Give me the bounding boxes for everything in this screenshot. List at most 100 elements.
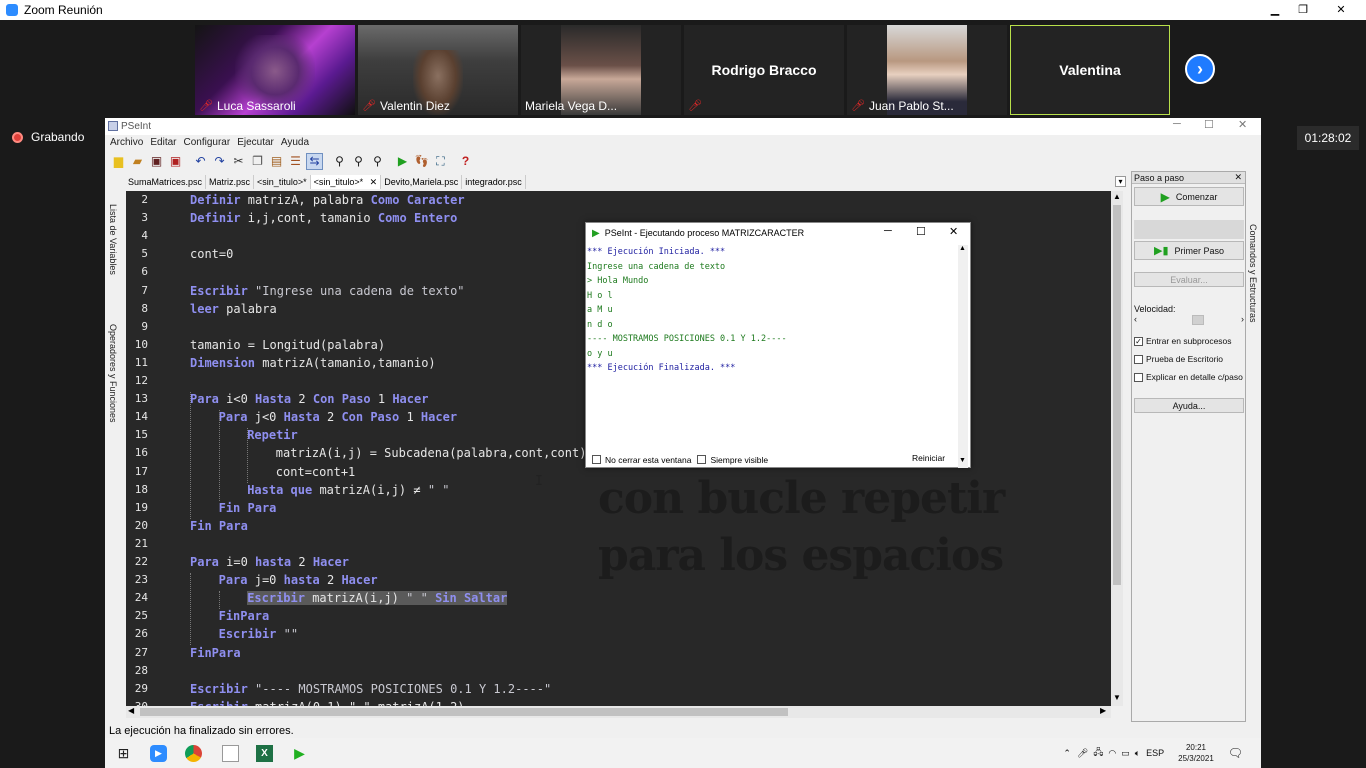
checkbox-unchecked[interactable] [1134,372,1143,382]
code-line[interactable]: Fin Para [190,519,248,533]
tab-comandos-y-estructuras[interactable]: Comandos y Estructuras [1248,224,1258,323]
maximize-icon[interactable]: ☐ [916,225,926,238]
code-line[interactable]: Repetir [247,428,298,442]
step-by-step-icon[interactable]: 👣︎ [413,153,430,170]
clock[interactable]: 20:21 25/3/2021 [1178,742,1214,764]
notification-icon[interactable]: 🗨︎ [1228,746,1243,760]
tabs-dropdown-icon[interactable]: ▾ [1115,176,1126,187]
code-line[interactable]: tamanio = Longitud(palabra) [190,338,385,352]
menu-ayuda[interactable]: Ayuda [281,137,309,148]
participant-tile-6-active-speaker[interactable]: Valentina [1010,25,1170,115]
no-close-checkbox[interactable] [592,455,601,464]
checkbox-enter-subprocesses[interactable]: ✓ Entrar en subprocesos [1134,336,1232,346]
save-icon[interactable]: ▣ [148,153,165,170]
code-line[interactable]: Para j=0 hasta 2 Hacer [219,573,378,587]
volume-icon[interactable]: 🔈︎ [1135,748,1140,759]
menu-archivo[interactable]: Archivo [110,137,143,148]
tab-sin-titulo-2[interactable]: <sin_titulo>* ✕ [310,175,382,189]
code-line[interactable]: Hasta que matrizA(i,j) ≠ " " [247,483,449,497]
minimize-icon[interactable]: ─ [1173,118,1181,130]
console-output[interactable]: *** Ejecución Iniciada. *** Ingrese una c… [586,245,958,450]
chevron-right-icon[interactable]: › [1185,54,1215,84]
open-folder-icon[interactable]: ▰ [129,153,146,170]
scroll-right-icon[interactable]: ▶ [1100,706,1106,715]
chrome-icon[interactable] [185,745,202,762]
menu-configurar[interactable]: Configurar [183,137,230,148]
file-icon[interactable] [222,745,239,762]
tab-operadores-y-funciones[interactable]: Operadores y Funciones [108,324,118,423]
checkbox-checked[interactable]: ✓ [1134,336,1143,346]
language-indicator[interactable]: ESP [1146,748,1164,758]
recording-indicator[interactable]: Grabando [12,130,84,144]
tab-integrador[interactable]: integrador.psc [462,175,526,189]
run-icon[interactable]: ▶ [394,153,411,170]
tab-lista-de-variables[interactable]: Lista de Variables [108,204,118,275]
scroll-down-icon[interactable]: ▼ [959,457,966,464]
code-line[interactable]: Para i=0 hasta 2 Hacer [190,555,349,569]
checkbox-explain-detail[interactable]: Explicar en detalle c/paso [1134,372,1243,382]
code-line[interactable]: FinPara [219,609,270,623]
speed-slider[interactable]: ‹ › [1134,314,1244,326]
pseint-taskbar-icon[interactable]: ▶ [291,745,308,762]
help-button[interactable]: Ayuda... [1134,398,1244,413]
participant-tile-4[interactable]: Rodrigo Bracco 🎤︎ [684,25,844,115]
save-as-icon[interactable]: ▣ [167,153,184,170]
flowchart-icon[interactable]: ⛶ [432,153,449,170]
participant-tile-2[interactable]: 🎤︎ Valentin Diez [358,25,518,115]
scrollbar-thumb[interactable] [1113,205,1121,585]
scroll-up-icon[interactable]: ▲ [1113,192,1121,201]
code-line[interactable]: Dimension matrizA(tamanio,tamanio) [190,356,436,370]
close-icon[interactable]: ✕ [949,225,958,238]
code-line[interactable]: Escribir "" [219,627,298,641]
code-line[interactable]: cont=cont+1 [276,465,355,479]
scroll-up-icon[interactable]: ▲ [959,245,966,252]
tab-sumamatrices[interactable]: SumaMatrices.psc [125,175,207,189]
menu-ejecutar[interactable]: Ejecutar [237,137,274,148]
code-line[interactable]: Definir matrizA, palabra Como Caracter [190,193,465,207]
checkbox-unchecked[interactable] [1134,354,1143,364]
code-line[interactable]: Fin Para [219,501,277,515]
indent-icon[interactable]: ☰ [287,153,304,170]
close-panel-icon[interactable]: ✕ [1234,172,1242,183]
tab-sin-titulo-1[interactable]: <sin_titulo>* [254,175,311,189]
new-file-icon[interactable]: ▆ [110,153,127,170]
close-tab-icon[interactable]: ✕ [370,177,378,187]
microphone-icon[interactable]: 🎤︎ [1077,748,1088,759]
minimize-icon[interactable]: ─ [884,225,892,237]
help-icon[interactable]: ? [457,153,474,170]
zoom-taskbar-icon[interactable]: ▶ [150,745,167,762]
copy-icon[interactable]: ❐ [249,153,266,170]
checkbox-desk-check[interactable]: Prueba de Escritorio [1134,354,1223,364]
scrollbar-thumb[interactable] [140,708,788,716]
code-line[interactable]: Escribir matrizA(i,j) " " Sin Saltar [247,591,508,606]
replace-icon[interactable]: ⚲ [369,153,386,170]
code-line[interactable]: cont=0 [190,247,233,261]
restore-icon[interactable]: ❐ [1289,0,1317,18]
evaluate-button[interactable]: Evaluar... [1134,272,1244,287]
participant-tile-5[interactable]: 🎤︎ Juan Pablo St... [847,25,1007,115]
participant-tile-3[interactable]: Mariela Vega D... [521,25,681,115]
code-line[interactable]: Para i<0 Hasta 2 Con Paso 1 Hacer [190,392,428,406]
code-line[interactable]: matrizA(i,j) = Subcadena(palabra,cont,co… [276,446,587,460]
menu-editar[interactable]: Editar [150,137,176,148]
close-icon[interactable]: ✕ [1238,118,1247,131]
excel-icon[interactable]: X [256,745,273,762]
start-button[interactable]: ▶ Comenzar [1134,187,1244,206]
scroll-left-icon[interactable]: ◀ [128,706,134,715]
code-line[interactable]: Escribir "Ingrese una cadena de texto" [190,284,465,298]
first-step-button[interactable]: ▶︎▮ Primer Paso [1134,241,1244,260]
find-next-icon[interactable]: ⚲ [350,153,367,170]
network-icon[interactable]: 🖧︎ [1093,745,1103,761]
wifi-icon[interactable]: ◠ [1108,748,1116,759]
editor-horizontal-scrollbar[interactable]: ◀ ▶ [126,706,1111,718]
code-line[interactable]: Definir i,j,cont, tamanio Como Entero [190,211,457,225]
comment-icon[interactable]: ⇆ [306,152,323,170]
chevron-up-icon[interactable]: ⌃ [1063,748,1071,759]
tab-devito-mariela[interactable]: Devito,Mariela.psc [381,175,463,189]
close-icon[interactable]: ✕ [1317,0,1365,18]
always-visible-checkbox[interactable] [697,455,707,464]
participant-tile-1[interactable]: 🎤︎ Luca Sassaroli [195,25,355,115]
maximize-icon[interactable]: ☐ [1204,118,1214,131]
console-scrollbar[interactable]: ▲ ▼ [958,245,968,468]
battery-icon[interactable]: ▭ [1121,748,1130,759]
